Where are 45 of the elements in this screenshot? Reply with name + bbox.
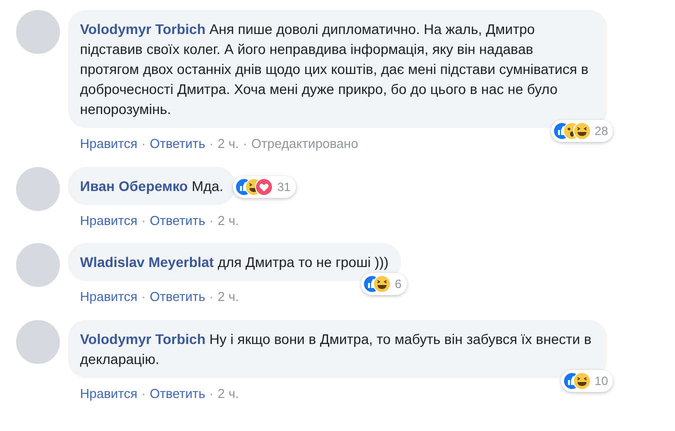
separator-dot: · [209,212,214,230]
author-link[interactable]: Wladislav Meyerblat [80,254,214,270]
avatar-placeholder[interactable] [16,10,60,54]
separator-dot: · [209,135,214,153]
separator-dot: · [141,384,146,402]
separator-dot: · [141,212,146,230]
laughing-face-icon [572,122,591,140]
reactions-pill[interactable]: 31 [233,176,296,198]
separator-dot: · [242,135,248,153]
separator-dot: · [209,384,214,402]
reaction-count: 10 [594,372,608,390]
action-link[interactable]: Ответить [150,384,206,403]
action-link[interactable]: Ответить [150,134,206,154]
action-link[interactable]: Нравится [80,287,138,306]
separator-dot: · [209,288,214,306]
action-link[interactable]: Нравится [80,210,138,230]
edited-label[interactable]: Отредактировано [251,134,358,154]
timestamp[interactable]: 2 ч. [218,210,239,230]
avatar-placeholder[interactable] [16,320,60,364]
reaction-count: 6 [394,276,402,293]
author-link[interactable]: Иван Оберемко [80,178,188,194]
timestamp[interactable]: 2 ч. [218,384,239,403]
separator-dot: · [141,288,146,306]
action-link[interactable]: Ответить [150,287,206,306]
reactions-pill[interactable]: 6 [360,273,407,295]
laughing-face-icon [372,275,391,293]
timestamp[interactable]: 2 ч. [218,134,239,154]
author-link[interactable]: Volodymyr Torbich [80,330,206,346]
reaction-count: 31 [277,178,291,196]
avatar-placeholder[interactable] [16,166,60,210]
avatar-placeholder[interactable] [16,243,60,287]
comment-text: Volodymyr Torbich Аня пише доволі дипломатично. На жаль, Дмитро підставив своїх колег. А його неправдива інформація, яку він надавав протягом двох останніх днів щодо цих коштів, дає мені підстави сумніватися в доброчесності Дмитра. Хоча мені дуже прикро, бо до цього в нас не було непорозумінь. [80,20,590,119]
comment-text: Иван Оберемко Мда. [80,176,224,196]
laughing-face-icon [572,372,591,390]
separator-dot: · [141,135,146,153]
comment-text: Volodymyr Torbich Ну і якщо вони в Дмитра, то мабуть він забувся їх внести в декларацію. [80,330,592,368]
reactions-pill[interactable]: 28 [550,120,613,142]
reaction-count: 28 [594,123,608,140]
reactions-pill[interactable]: 10 [560,370,613,392]
action-link[interactable]: Ответить [150,210,206,230]
author-link[interactable]: Volodymyr Torbich [80,21,206,37]
comment-text: Wladislav Meyerblat для Дмитра то не гроші ))) [80,253,389,272]
timestamp[interactable]: 2 ч. [218,287,239,306]
action-link[interactable]: Нравится [80,384,138,403]
action-link[interactable]: Нравится [80,134,138,154]
